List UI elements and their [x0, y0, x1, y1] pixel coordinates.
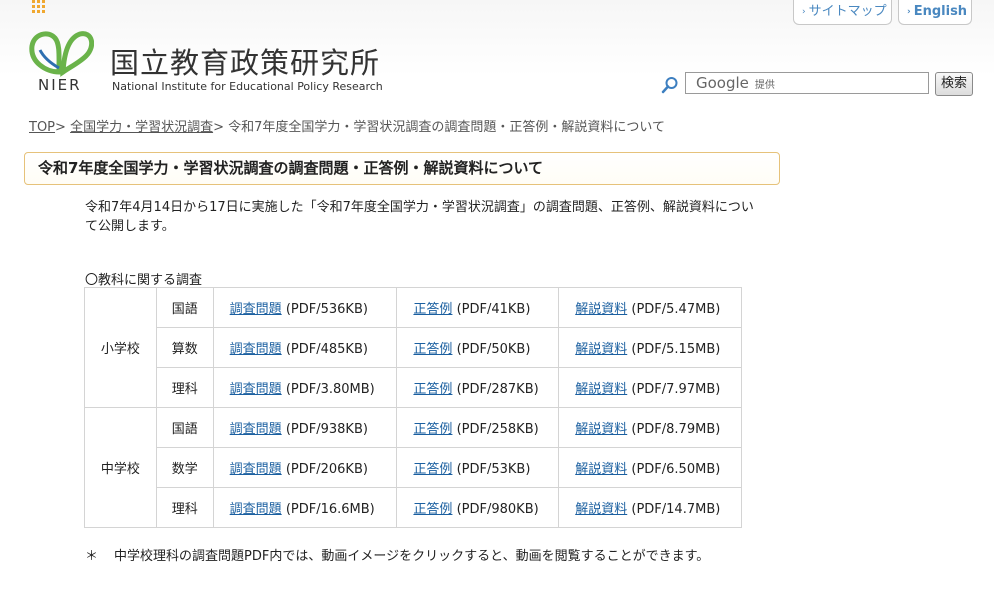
site-header: NIER 国立教育政策研究所 National Institute for Ed… — [0, 0, 994, 108]
english-button[interactable]: › English — [898, 0, 972, 25]
explanation-cell: 解説資料 (PDF/5.15MB) — [558, 327, 742, 368]
answer-link[interactable]: 正答例 — [413, 462, 452, 477]
answer-link[interactable]: 正答例 — [413, 302, 452, 317]
page-title: 令和7年度全国学力・学習状況調査の調査問題・正答例・解説資料について — [24, 152, 780, 185]
answer-link[interactable]: 正答例 — [413, 422, 452, 437]
subject-label: 理科 — [155, 487, 214, 528]
sitemap-button[interactable]: › サイトマップ — [793, 0, 892, 25]
explanation-link[interactable]: 解説資料 — [575, 462, 627, 477]
problem-cell: 調査問題 (PDF/536KB) — [212, 287, 398, 328]
answer-cell: 正答例 (PDF/41KB) — [396, 287, 560, 328]
table-row: 理科 調査問題 (PDF/3.80MB) 正答例 (PDF/287KB) 解説資… — [85, 367, 742, 408]
breadcrumb: TOP> 全国学力・学習状況調査> 令和7年度全国学力・学習状況調査の調査問題・… — [29, 120, 666, 135]
answer-cell: 正答例 (PDF/50KB) — [396, 327, 560, 368]
answer-cell: 正答例 (PDF/53KB) — [396, 447, 560, 488]
menu-dots-icon — [32, 0, 48, 18]
explanation-cell: 解説資料 (PDF/7.97MB) — [558, 367, 742, 408]
search-icon — [661, 77, 678, 94]
chevron-right-icon: › — [802, 7, 806, 17]
footnote: ＊中学校理科の調査問題PDF内では、動画イメージをクリックすると、動画を閲覧する… — [85, 549, 710, 564]
explanation-cell: 解説資料 (PDF/8.79MB) — [558, 407, 742, 448]
problem-cell: 調査問題 (PDF/485KB) — [212, 327, 398, 368]
chevron-right-icon: › — [907, 7, 911, 17]
explanation-cell: 解説資料 (PDF/6.50MB) — [558, 447, 742, 488]
explanation-link[interactable]: 解説資料 — [575, 302, 627, 317]
subject-label: 理科 — [155, 367, 214, 408]
subject-label: 算数 — [155, 327, 214, 368]
explanation-link[interactable]: 解説資料 — [575, 502, 627, 517]
section-label: 〇教科に関する調査 — [85, 273, 203, 288]
school-label-junior-high: 中学校 — [84, 407, 157, 528]
breadcrumb-top-link[interactable]: TOP — [29, 120, 55, 135]
explanation-link[interactable]: 解説資料 — [575, 342, 627, 357]
nier-logo-icon[interactable] — [28, 28, 94, 78]
table-row: 算数 調査問題 (PDF/485KB) 正答例 (PDF/50KB) 解説資料 … — [85, 327, 742, 368]
problem-link[interactable]: 調査問題 — [230, 302, 282, 317]
intro-text: 令和7年4月14日から17日に実施した「令和7年度全国学力・学習状況調査」の調査… — [85, 200, 754, 234]
materials-table: 小学校 国語 調査問題 (PDF/536KB) 正答例 (PDF/41KB) 解… — [84, 287, 742, 528]
subject-label: 国語 — [155, 407, 214, 448]
answer-cell: 正答例 (PDF/980KB) — [396, 487, 560, 528]
answer-cell: 正答例 (PDF/287KB) — [396, 367, 560, 408]
explanation-link[interactable]: 解説資料 — [575, 382, 627, 397]
problem-cell: 調査問題 (PDF/938KB) — [212, 407, 398, 448]
search-input[interactable]: Google 提供 — [685, 72, 929, 94]
problem-link[interactable]: 調査問題 — [230, 342, 282, 357]
explanation-cell: 解説資料 (PDF/14.7MB) — [558, 487, 742, 528]
answer-cell: 正答例 (PDF/258KB) — [396, 407, 560, 448]
answer-link[interactable]: 正答例 — [413, 342, 452, 357]
subject-label: 数学 — [155, 447, 214, 488]
problem-cell: 調査問題 (PDF/206KB) — [212, 447, 398, 488]
logo-text: NIER — [38, 76, 82, 94]
answer-link[interactable]: 正答例 — [413, 382, 452, 397]
problem-link[interactable]: 調査問題 — [230, 462, 282, 477]
table-row: 中学校 国語 調査問題 (PDF/938KB) 正答例 (PDF/258KB) … — [84, 407, 742, 528]
problem-cell: 調査問題 (PDF/16.6MB) — [212, 487, 398, 528]
problem-cell: 調査問題 (PDF/3.80MB) — [212, 367, 398, 408]
explanation-link[interactable]: 解説資料 — [575, 422, 627, 437]
problem-link[interactable]: 調査問題 — [230, 382, 282, 397]
search-button[interactable]: 検索 — [935, 72, 973, 96]
problem-link[interactable]: 調査問題 — [230, 502, 282, 517]
answer-link[interactable]: 正答例 — [413, 502, 452, 517]
org-name-en: National Institute for Educational Polic… — [112, 80, 383, 93]
table-row: 小学校 国語 調査問題 (PDF/536KB) 正答例 (PDF/41KB) 解… — [84, 287, 742, 408]
org-name-ja[interactable]: 国立教育政策研究所 — [110, 40, 380, 82]
table-row: 数学 調査問題 (PDF/206KB) 正答例 (PDF/53KB) 解説資料 … — [85, 447, 742, 488]
table-row: 理科 調査問題 (PDF/16.6MB) 正答例 (PDF/980KB) 解説資… — [85, 487, 742, 528]
subject-label: 国語 — [155, 287, 214, 328]
explanation-cell: 解説資料 (PDF/5.47MB) — [558, 287, 742, 328]
breadcrumb-current: 令和7年度全国学力・学習状況調査の調査問題・正答例・解説資料について — [228, 120, 666, 135]
school-label-elementary: 小学校 — [84, 287, 157, 408]
problem-link[interactable]: 調査問題 — [230, 422, 282, 437]
breadcrumb-gakuryoku-link[interactable]: 全国学力・学習状況調査 — [70, 120, 213, 135]
